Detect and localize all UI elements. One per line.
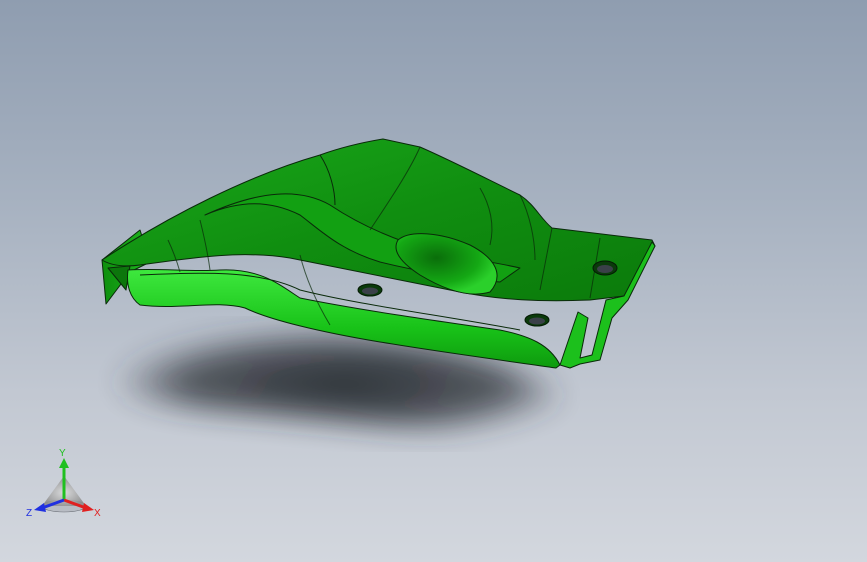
sheet-metal-part[interactable] bbox=[101, 138, 656, 369]
y-axis-label: Y bbox=[59, 448, 66, 459]
graphics-viewport[interactable] bbox=[0, 0, 867, 562]
x-axis-label: X bbox=[94, 508, 101, 519]
orientation-triad[interactable]: Y X Z bbox=[24, 448, 104, 524]
model-canvas[interactable] bbox=[0, 0, 867, 562]
z-axis-label: Z bbox=[26, 508, 32, 519]
